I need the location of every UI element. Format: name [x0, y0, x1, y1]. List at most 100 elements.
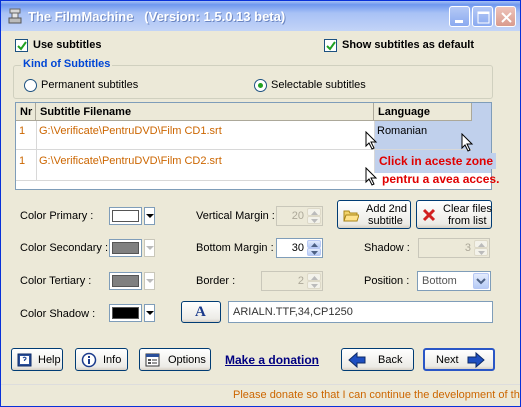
options-button[interactable]: Options [139, 348, 211, 371]
make-donation-link[interactable]: Make a donation [225, 353, 319, 367]
row-2-filename[interactable]: G:\Verificate\PentruDVD\Film CD2.srt [36, 155, 222, 167]
color-tertiary-dropdown[interactable] [144, 272, 155, 290]
arrow-down-icon [478, 251, 485, 255]
border-spinner[interactable]: 2 [261, 271, 323, 291]
color-secondary-label: Color Secondary : [20, 242, 109, 254]
position-value: Bottom [422, 275, 457, 287]
color-primary-swatch [112, 210, 139, 222]
font-field-value: ARIALN.TTF,34,CP1250 [233, 306, 353, 318]
spin-up-button[interactable] [307, 208, 321, 216]
border-value: 2 [297, 275, 304, 287]
color-tertiary-label: Color Tertiary : [20, 275, 92, 287]
color-primary-label: Color Primary : [20, 210, 94, 222]
position-dropdown-button[interactable] [473, 273, 489, 289]
clear-button-line-2: from list [448, 215, 487, 227]
spin-down-button[interactable] [307, 216, 321, 224]
minimize-icon [455, 20, 463, 23]
help-label: Help [38, 354, 61, 366]
font-field[interactable]: ARIALN.TTF,34,CP1250 [228, 301, 493, 323]
add-2nd-subtitle-button[interactable]: Add 2nd subtitle [337, 200, 411, 229]
clear-files-button[interactable]: Clear files from list [416, 200, 492, 229]
annotation-line-2: pentru a avea acces. [382, 172, 500, 186]
help-book-icon [17, 353, 32, 367]
column-header-language[interactable]: Language [374, 103, 472, 121]
kind-of-subtitles-title: Kind of Subtitles [21, 58, 113, 70]
shadow-label: Shadow : [364, 242, 410, 254]
next-label: Next [436, 354, 459, 366]
bottom-margin-label: Bottom Margin : [196, 242, 274, 254]
color-primary-dropdown[interactable] [144, 207, 155, 225]
chevron-down-icon [146, 246, 154, 250]
row-2-nr[interactable]: 1 [16, 155, 25, 167]
folder-open-icon [343, 210, 359, 222]
next-button[interactable]: Next [423, 348, 495, 371]
arrow-up-icon [478, 243, 485, 247]
help-button[interactable]: Help [11, 348, 63, 371]
vertical-margin-label: Vertical Margin : [196, 210, 275, 222]
color-secondary-swatch [112, 242, 139, 254]
color-tertiary-swatch [112, 275, 139, 287]
pointer-cursor-icon [365, 167, 378, 186]
info-button[interactable]: Info [75, 348, 128, 371]
color-tertiary-picker[interactable] [109, 272, 142, 290]
arrow-down-icon [311, 251, 318, 255]
font-button[interactable]: A [181, 301, 221, 323]
back-label: Back [378, 354, 403, 366]
spin-up-button[interactable] [307, 240, 321, 248]
row-1-language[interactable]: Romanian [374, 125, 427, 137]
maximize-button[interactable] [472, 6, 493, 27]
row-1-filename[interactable]: G:\Verificate\PentruDVD\Film CD1.srt [36, 125, 222, 137]
column-header-nr[interactable]: Nr [16, 103, 36, 121]
chevron-down-icon [146, 311, 154, 315]
options-window-icon [145, 353, 160, 367]
shadow-value: 3 [464, 242, 471, 254]
use-subtitles-label: Use subtitles [33, 39, 102, 51]
annotation-line-1: Click in aceste zone [376, 153, 497, 169]
pointer-cursor-icon [365, 131, 378, 150]
bottom-margin-spinner[interactable]: 30 [276, 238, 323, 258]
delete-x-icon [422, 208, 436, 222]
arrow-up-icon [311, 276, 318, 280]
border-label: Border : [196, 275, 236, 287]
color-shadow-label: Color Shadow : [20, 308, 96, 320]
window-title: The FilmMachine (Version: 1.5.0.13 beta) [28, 9, 286, 24]
minimize-button[interactable] [449, 6, 470, 27]
permanent-radio[interactable] [24, 79, 37, 92]
close-icon [501, 12, 512, 23]
info-icon [81, 352, 97, 368]
spin-up-button[interactable] [474, 240, 488, 248]
spin-down-button[interactable] [307, 248, 321, 256]
status-bar: Please donate so that I can continue the… [1, 384, 520, 406]
color-shadow-swatch [112, 307, 139, 319]
arrow-down-icon [311, 219, 318, 223]
selectable-radio[interactable] [254, 79, 267, 92]
arrow-up-icon [311, 243, 318, 247]
color-secondary-dropdown[interactable] [144, 239, 155, 257]
font-icon: A [195, 304, 206, 320]
position-select[interactable]: Bottom [417, 271, 491, 291]
chevron-down-icon [146, 279, 154, 283]
back-button[interactable]: Back [341, 348, 414, 371]
color-shadow-dropdown[interactable] [144, 304, 155, 322]
add-button-line-2: subtitle [368, 215, 403, 227]
checkmark-icon [326, 41, 336, 51]
clear-button-line-1: Clear files [443, 203, 492, 215]
column-header-filename[interactable]: Subtitle Filename [36, 103, 374, 121]
selectable-label: Selectable subtitles [271, 79, 366, 91]
arrow-right-icon [467, 352, 485, 368]
close-button[interactable] [495, 6, 516, 27]
show-default-checkbox[interactable] [324, 39, 337, 52]
color-shadow-picker[interactable] [109, 304, 142, 322]
vertical-margin-spinner[interactable]: 20 [276, 206, 323, 226]
title-bar[interactable]: The FilmMachine (Version: 1.5.0.13 beta) [1, 1, 520, 31]
spin-down-button[interactable] [307, 281, 321, 289]
spin-up-button[interactable] [307, 273, 321, 281]
info-label: Info [103, 354, 122, 366]
row-1-nr[interactable]: 1 [16, 125, 25, 137]
color-secondary-picker[interactable] [109, 239, 142, 257]
add-button-line-1: Add 2nd [366, 203, 407, 215]
use-subtitles-checkbox[interactable] [15, 39, 28, 52]
color-primary-picker[interactable] [109, 207, 142, 225]
spin-down-button[interactable] [474, 248, 488, 256]
shadow-spinner[interactable]: 3 [418, 238, 490, 258]
